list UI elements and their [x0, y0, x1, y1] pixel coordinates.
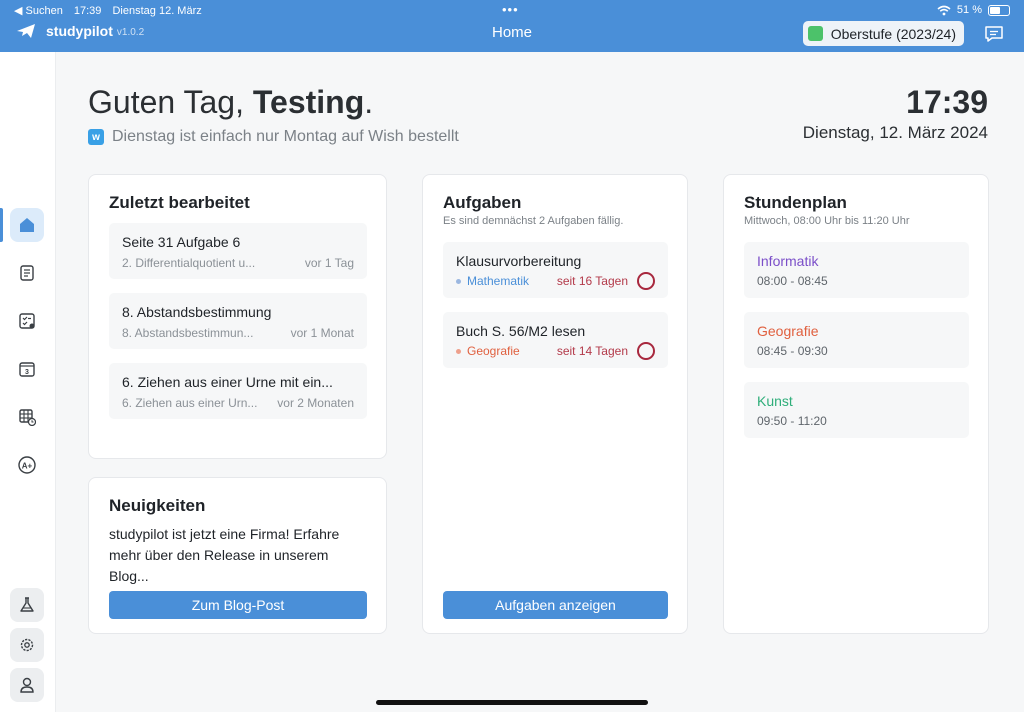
tasks-title: Aufgaben: [443, 193, 522, 212]
task-subject-label: Mathematik: [467, 274, 530, 288]
schedule-title: Stundenplan: [744, 193, 847, 212]
tasks-subtitle: Es sind demnächst 2 Aufgaben fällig.: [443, 215, 624, 227]
greeting-suffix: .: [364, 84, 374, 120]
task-title: Buch S. 56/M2 lesen: [456, 323, 586, 339]
active-indicator: [0, 208, 3, 242]
lesson-name: Informatik: [757, 253, 819, 269]
sidebar-item-profile[interactable]: [10, 668, 44, 702]
tasks-card: Aufgaben Es sind demnächst 2 Aufgaben fä…: [422, 174, 688, 634]
greeting-prefix: Guten Tag,: [88, 84, 253, 120]
current-date: Dienstag, 12. März 2024: [802, 123, 988, 142]
term-label: Oberstufe (2023/24): [830, 25, 956, 42]
recent-item-title: Seite 31 Aufgabe 6: [122, 234, 241, 250]
recent-item-title: 6. Ziehen aus einer Urne mit ein...: [122, 374, 333, 390]
sidebar-item-calendar[interactable]: 3: [10, 352, 44, 386]
daily-motto: w Dienstag ist einfach nur Montag auf Wi…: [88, 128, 459, 146]
sidebar: 3 A+: [0, 52, 56, 712]
lesson-item[interactable]: Geografie 08:45 - 09:30: [744, 312, 969, 368]
subject-bullet: [456, 278, 461, 284]
recent-item-time: vor 2 Monaten: [277, 396, 354, 410]
recent-item-subtitle: 8. Abstandsbestimmun...: [122, 326, 254, 340]
user-icon: [20, 677, 34, 693]
recent-item[interactable]: 6. Ziehen aus einer Urne mit ein... 6. Z…: [109, 363, 367, 419]
multitasking-dots[interactable]: •••: [502, 2, 519, 17]
flask-icon: [20, 597, 34, 612]
task-complete-toggle[interactable]: [637, 272, 655, 290]
lesson-name: Kunst: [757, 393, 793, 409]
battery-icon: [988, 4, 1010, 16]
recent-item[interactable]: Seite 31 Aufgabe 6 2. Differentialquotie…: [109, 223, 367, 279]
task-subject: Geografie: [456, 344, 520, 358]
task-title: Klausurvorbereitung: [456, 253, 582, 269]
sidebar-item-tasks[interactable]: [10, 304, 44, 338]
status-bar-right: 51 %: [937, 4, 1010, 16]
recent-item-time: vor 1 Monat: [290, 326, 354, 340]
back-to-search[interactable]: ◀ Suchen: [14, 5, 63, 17]
lesson-time: 08:45 - 09:30: [757, 344, 828, 358]
news-text: studypilot ist jetzt eine Firma! Erfahre…: [109, 526, 340, 584]
schedule-card: Stundenplan Mittwoch, 08:00 Uhr bis 11:2…: [723, 174, 989, 634]
task-due: seit 16 Tagen: [556, 274, 628, 288]
task-subject: Mathematik: [456, 274, 529, 288]
task-item[interactable]: Klausurvorbereitung Mathematik seit 16 T…: [443, 242, 668, 298]
lesson-time: 08:00 - 08:45: [757, 274, 828, 288]
gear-icon: [20, 638, 34, 652]
home-indicator[interactable]: [376, 700, 648, 705]
lesson-time: 09:50 - 11:20: [757, 414, 827, 428]
lesson-name: Geografie: [757, 323, 819, 339]
news-card: Neuigkeiten studypilot ist jetzt eine Fi…: [88, 477, 387, 634]
lesson-item[interactable]: Informatik 08:00 - 08:45: [744, 242, 969, 298]
sidebar-item-notebook[interactable]: [10, 256, 44, 290]
task-subject-label: Geografie: [467, 344, 520, 358]
greeting-user-name: Testing: [252, 84, 365, 120]
recent-item[interactable]: 8. Abstandsbestimmung 8. Abstandsbestimm…: [109, 293, 367, 349]
grade-icon: A+: [18, 456, 36, 474]
news-title: Neuigkeiten: [109, 496, 206, 515]
wifi-icon: [937, 5, 951, 15]
recent-item-title: 8. Abstandsbestimmung: [122, 304, 272, 320]
clock: 17:39: [906, 84, 988, 120]
notebook-icon: [20, 265, 34, 281]
sidebar-item-settings[interactable]: [10, 628, 44, 662]
status-bar-left: ◀ Suchen 17:39 Dienstag 12. März: [14, 4, 210, 17]
calendar-icon: 3: [19, 362, 35, 377]
task-complete-toggle[interactable]: [637, 342, 655, 360]
recent-item-time: vor 1 Tag: [304, 256, 354, 270]
task-due: seit 14 Tagen: [556, 344, 628, 358]
task-list-icon: [19, 313, 35, 329]
sidebar-item-home[interactable]: [10, 208, 44, 242]
status-time: 17:39: [73, 5, 102, 17]
status-date: Dienstag 12. März: [112, 5, 202, 17]
greeting: Guten Tag, Testing.: [88, 84, 373, 121]
recent-item-subtitle: 2. Differentialquotient u...: [122, 256, 256, 270]
recent-item-subtitle: 6. Ziehen aus einer Urn...: [122, 396, 258, 410]
recent-title: Zuletzt bearbeitet: [109, 193, 250, 212]
task-item[interactable]: Buch S. 56/M2 lesen Geografie seit 14 Ta…: [443, 312, 668, 368]
home-icon: [20, 218, 34, 232]
wish-logo-icon: w: [88, 129, 104, 145]
show-tasks-button[interactable]: Aufgaben anzeigen: [443, 591, 668, 619]
feedback-chat-icon[interactable]: [984, 25, 1004, 43]
blog-post-button[interactable]: Zum Blog-Post: [109, 591, 367, 619]
calendar-day-number: 3: [25, 369, 29, 376]
sidebar-item-grades[interactable]: A+: [10, 448, 44, 482]
schedule-subtitle: Mittwoch, 08:00 Uhr bis 11:20 Uhr: [744, 215, 910, 227]
battery-percent: 51 %: [956, 4, 982, 16]
subject-bullet: [456, 348, 461, 354]
sidebar-item-timetable[interactable]: [10, 400, 44, 434]
recent-card: Zuletzt bearbeitet Seite 31 Aufgabe 6 2.…: [88, 174, 387, 459]
lesson-item[interactable]: Kunst 09:50 - 11:20: [744, 382, 969, 438]
term-selector[interactable]: Oberstufe (2023/24): [802, 21, 964, 46]
grade-icon-label: A+: [22, 462, 33, 471]
motto-text: Dienstag ist einfach nur Montag auf Wish…: [112, 128, 459, 145]
term-color-swatch: [807, 26, 823, 41]
timetable-icon: [19, 409, 36, 426]
sidebar-item-lab[interactable]: [10, 588, 44, 622]
top-bar: ◀ Suchen 17:39 Dienstag 12. März ••• 51 …: [0, 0, 1024, 52]
